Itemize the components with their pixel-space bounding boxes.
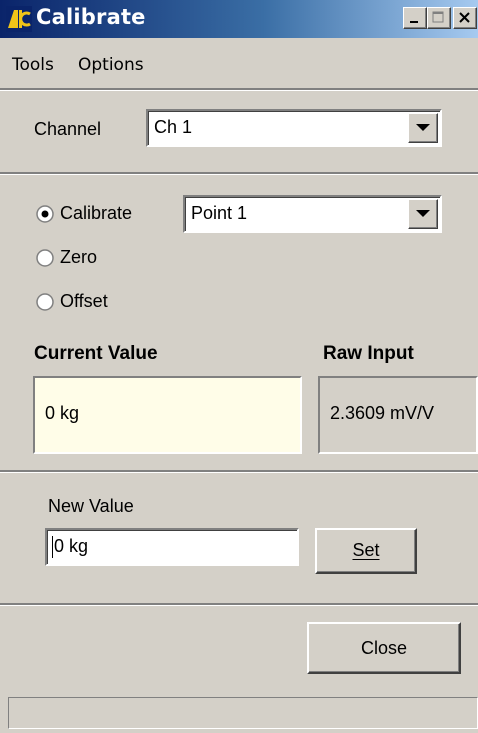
divider	[0, 470, 478, 473]
point-dropdown-button[interactable]	[408, 199, 438, 229]
close-button[interactable]: Close	[307, 622, 461, 674]
current-value-display: 0 kg	[33, 376, 302, 454]
divider	[0, 88, 478, 91]
channel-select[interactable]: Ch 1	[146, 109, 442, 147]
title-bar[interactable]: Calibrate	[0, 0, 478, 38]
current-value-text: 0 kg	[45, 403, 80, 423]
radio-offset[interactable]	[36, 293, 54, 311]
radio-calibrate[interactable]	[36, 205, 54, 223]
calibrate-window: Calibrate Tools Options Channel Ch 1 Cal…	[0, 0, 478, 733]
menu-options[interactable]: Options	[78, 55, 144, 75]
maximize-button[interactable]	[427, 7, 451, 29]
close-button-label: Close	[360, 638, 408, 658]
new-value-label: New Value	[48, 496, 134, 516]
chevron-down-icon	[416, 124, 430, 131]
app-logo-icon	[6, 6, 32, 32]
minimize-button[interactable]	[403, 7, 427, 29]
menu-tools[interactable]: Tools	[12, 55, 54, 75]
divider	[0, 603, 478, 606]
divider	[0, 172, 478, 175]
chevron-down-icon	[416, 210, 430, 217]
raw-input-display: 2.3609 mV/V	[318, 376, 478, 454]
new-value-input-text: 0 kg	[54, 536, 89, 556]
channel-dropdown-button[interactable]	[408, 113, 438, 143]
text-caret	[52, 536, 53, 558]
channel-label: Channel	[34, 119, 102, 139]
point-select[interactable]: Point 1	[183, 195, 442, 233]
new-value-input[interactable]: 0 kg	[45, 528, 299, 566]
raw-input-heading: Raw Input	[323, 343, 414, 364]
point-select-value: Point 1	[191, 203, 248, 223]
set-button[interactable]: Set	[315, 528, 417, 574]
close-window-button[interactable]	[453, 7, 477, 29]
radio-zero[interactable]	[36, 249, 54, 267]
raw-input-text: 2.3609 mV/V	[330, 403, 435, 423]
window-title: Calibrate	[36, 5, 146, 29]
set-button-label: Set	[352, 540, 380, 560]
current-value-heading: Current Value	[34, 343, 158, 364]
maximize-icon	[432, 11, 444, 23]
close-icon	[459, 12, 470, 23]
status-bar	[8, 697, 478, 729]
menu-bar	[0, 38, 478, 72]
channel-select-value: Ch 1	[154, 117, 193, 137]
minimize-icon	[410, 21, 418, 23]
radio-zero-label[interactable]: Zero	[60, 247, 97, 268]
radio-offset-label[interactable]: Offset	[60, 291, 108, 312]
radio-calibrate-label[interactable]: Calibrate	[60, 203, 132, 224]
